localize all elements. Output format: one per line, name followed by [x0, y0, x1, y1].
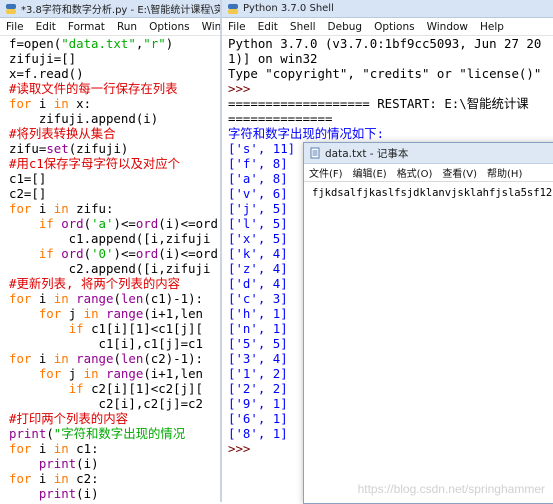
code-line: print(i) [38, 486, 99, 501]
shell-menu-item[interactable]: Window [421, 21, 474, 33]
code-line: if c2[i][1]<c2[j][ [68, 381, 203, 396]
code-line: c1=[] [9, 171, 47, 186]
notepad-window: data.txt - 记事本 文件(F) 编辑(E) 格式(O) 查看(V) 帮助(H)… [303, 142, 553, 504]
code-line: c1.append([i,zifuji [9, 231, 211, 246]
python-idle-icon [228, 3, 238, 14]
code-line: zifuji.append(i) [9, 111, 159, 126]
code-line: x=f.read() [9, 66, 84, 81]
shell-menu-item[interactable]: Options [368, 21, 421, 33]
code-line: #将列表转换从集合 [9, 126, 116, 141]
editor-titlebar[interactable]: *3.8字符和数字分析.py - E:\智能统计课程\实验 [0, 0, 220, 18]
shell-output-line: Type "copyright", "credits" or "license(… [228, 66, 542, 81]
code-line: for i in range(len(c2)-1): [9, 351, 204, 366]
code-line: for i in range(len(c1)-1): [9, 291, 204, 306]
code-line: if ord('a')<=ord(i)<=ord [38, 216, 218, 231]
shell-output-line: 字符和数字出现的情况如下: [228, 126, 385, 141]
shell-output-line: 1)] on win32 [228, 51, 318, 66]
code-line: #打印两个列表的内容 [9, 411, 128, 426]
notepad-menu-item[interactable]: 格式(O) [392, 165, 438, 180]
shell-output-line: =================== RESTART: E:\智能统计课 [228, 96, 529, 111]
notepad-icon [310, 147, 320, 159]
shell-output-line: ============== [228, 111, 333, 126]
shell-menu-item[interactable]: Shell [284, 21, 322, 33]
code-line: c2.append([i,zifuji [9, 261, 211, 276]
code-line: c2[i],c2[j]=c2 [9, 396, 203, 411]
code-line: if c1[i][1]<c1[j][ [68, 321, 203, 336]
editor-title: *3.8字符和数字分析.py - E:\智能统计课程\实验 [21, 5, 220, 16]
python-idle-icon [6, 3, 16, 14]
editor-menu-item[interactable]: Run [111, 21, 143, 33]
notepad-menu-item[interactable]: 编辑(E) [348, 165, 392, 180]
code-line: #用c1保存字母字符以及对应个 [9, 156, 181, 171]
shell-title: Python 3.7.0 Shell [243, 3, 334, 14]
code-line: if ord('0')<=ord(i)<=ord [38, 246, 218, 261]
code-line: #更新列表, 将两个列表的内容 [9, 276, 181, 291]
code-line: print(i) [38, 456, 99, 471]
editor-code-area[interactable]: f=open("data.txt","r") zifuji=[] x=f.read(… [0, 36, 220, 502]
notepad-menu-item[interactable]: 文件(F) [304, 165, 348, 180]
editor-menu-item[interactable]: Edit [30, 21, 62, 33]
shell-menu-item[interactable]: File [222, 21, 252, 33]
editor-window: *3.8字符和数字分析.py - E:\智能统计课程\实验 File Edit Fo… [0, 0, 220, 502]
editor-menu-item[interactable]: Format [62, 21, 111, 33]
code-line: c2=[] [9, 186, 47, 201]
code-line: for i in c2: [9, 471, 99, 486]
code-line: for i in c1: [9, 441, 99, 456]
notepad-titlebar[interactable]: data.txt - 记事本 [304, 143, 553, 164]
shell-output-line: >>> [228, 81, 251, 96]
code-line: for j in range(i+1,len [38, 366, 204, 381]
code-line: for i in zifu: [9, 201, 114, 216]
shell-menu-item[interactable]: Debug [322, 21, 369, 33]
code-line: for i in x: [9, 96, 92, 111]
shell-titlebar[interactable]: Python 3.7.0 Shell [222, 0, 553, 18]
notepad-text-area[interactable]: fjkdsalfjkaslfsjdklanvjsklahfjsla5sf12s [304, 182, 553, 204]
editor-menu-item[interactable]: Window [196, 21, 220, 33]
code-line: print("字符和数字出现的情况 [9, 426, 186, 441]
code-line: c1[i],c1[j]=c1 [9, 336, 203, 351]
editor-menubar: FileEditFormatRunOptionsWindow [0, 18, 220, 36]
shell-menubar: File Edit Shell Debug Options Window Help [222, 18, 553, 36]
code-line: #读取文件的每一行保存在列表 [9, 81, 178, 96]
watermark: https://blog.csdn.net/springhammer [357, 482, 545, 496]
editor-menu-item[interactable]: Options [143, 21, 196, 33]
notepad-menu-item[interactable]: 帮助(H) [482, 165, 527, 180]
code-line: for j in range(i+1,len [38, 306, 204, 321]
shell-output-line: Python 3.7.0 (v3.7.0:1bf9cc5093, Jun 27 … [228, 36, 542, 51]
shell-menu-item[interactable]: Help [474, 21, 510, 33]
notepad-menu-item[interactable]: 查看(V) [437, 165, 482, 180]
code-line: f=open("data.txt","r") [9, 36, 174, 51]
code-line: zifu=set(zifuji) [9, 141, 129, 156]
code-line: zifuji=[] [9, 51, 77, 66]
shell-menu-item[interactable]: Edit [252, 21, 284, 33]
editor-menu-item[interactable]: File [0, 21, 30, 33]
notepad-menubar: 文件(F) 编辑(E) 格式(O) 查看(V) 帮助(H) [304, 164, 553, 182]
notepad-title: data.txt - 记事本 [325, 147, 409, 160]
